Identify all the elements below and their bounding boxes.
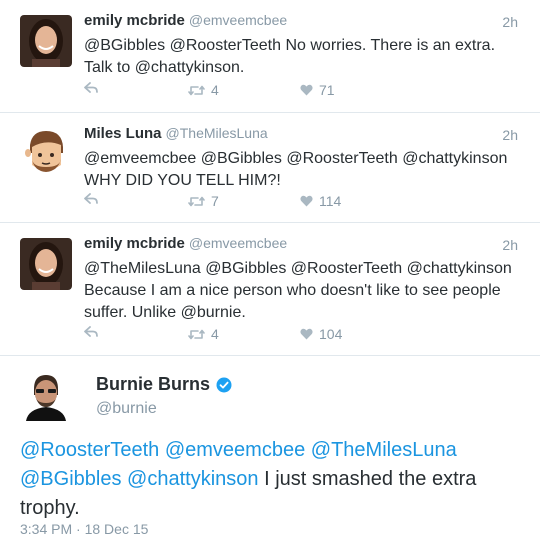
tweet-time[interactable]: 2h — [502, 14, 518, 30]
tweet-actions: 7 114 — [84, 193, 384, 213]
tweet-header: emily mcbride @emveemcbee — [84, 12, 287, 29]
tweet-time[interactable]: 2h — [502, 237, 518, 253]
tweet-reply[interactable]: Miles Luna @TheMilesLuna 2h @emveemcbee @… — [0, 113, 540, 223]
user-handle[interactable]: @TheMilesLuna — [166, 125, 268, 141]
retweet-icon — [188, 196, 205, 206]
tweet-text: @BGibbles @RoosterTeeth No worries. Ther… — [84, 37, 496, 76]
retweet-button[interactable]: 4 — [188, 326, 219, 342]
tweet-time[interactable]: 2h — [502, 127, 518, 143]
tweet-text: @RoosterTeeth @emveemcbee @TheMilesLuna … — [20, 436, 520, 523]
like-count: 71 — [319, 82, 335, 98]
retweet-icon — [188, 85, 205, 95]
display-name[interactable]: emily mcbride — [84, 235, 185, 252]
like-button[interactable]: 104 — [300, 326, 342, 342]
retweet-count: 4 — [211, 82, 219, 98]
retweet-count: 4 — [211, 326, 219, 342]
mention-link[interactable]: @RoosterTeeth — [20, 439, 159, 461]
avatar[interactable] — [20, 125, 72, 177]
tweet-actions: 4 104 — [84, 326, 384, 346]
retweet-count: 7 — [211, 193, 219, 209]
reply-icon — [84, 82, 98, 93]
like-button[interactable]: 114 — [300, 193, 341, 209]
reply-button[interactable] — [84, 193, 98, 205]
mention-link[interactable]: @TheMilesLuna — [311, 439, 457, 461]
tweet-header: Miles Luna @TheMilesLuna — [84, 125, 268, 142]
like-count: 114 — [319, 193, 342, 209]
retweet-icon — [188, 329, 205, 339]
reply-icon — [84, 193, 98, 204]
tweet-header: emily mcbride @emveemcbee — [84, 235, 287, 252]
avatar[interactable] — [20, 238, 72, 290]
mention-link[interactable]: @emveemcbee — [165, 439, 305, 461]
tweet-text: @emveemcbee @BGibbles @RoosterTeeth @cha… — [84, 150, 508, 189]
heart-icon — [300, 195, 313, 207]
heart-icon — [300, 84, 313, 96]
mention-link[interactable]: @BGibbles — [20, 468, 121, 490]
tweet-reply[interactable]: emily mcbride @emveemcbee 2h @TheMilesLun… — [0, 223, 540, 356]
user-handle[interactable]: @emveemcbee — [189, 235, 287, 251]
tweet-timestamp[interactable]: 3:34 PM · 18 Dec 15 — [20, 521, 148, 537]
tweet-text: @TheMilesLuna @BGibbles @RoosterTeeth @c… — [84, 260, 512, 321]
user-handle[interactable]: @burnie — [96, 400, 157, 418]
display-name[interactable]: Miles Luna — [84, 125, 162, 142]
tweet-reply[interactable]: emily mcbride @emveemcbee 2h @BGibbles @R… — [0, 0, 540, 113]
reply-button[interactable] — [84, 82, 98, 94]
display-name-text[interactable]: Burnie Burns — [96, 374, 210, 395]
heart-icon — [300, 328, 313, 340]
display-name[interactable]: Burnie Burns — [96, 374, 232, 395]
avatar[interactable] — [20, 369, 72, 421]
like-button[interactable]: 71 — [300, 82, 335, 98]
verified-badge-icon — [216, 377, 232, 392]
tweet-actions: 4 71 — [84, 82, 384, 102]
user-handle[interactable]: @emveemcbee — [189, 12, 287, 28]
retweet-button[interactable]: 4 — [188, 82, 219, 98]
retweet-button[interactable]: 7 — [188, 193, 219, 209]
reply-icon — [84, 326, 98, 337]
avatar[interactable] — [20, 15, 72, 67]
mention-link[interactable]: @chattykinson — [127, 468, 258, 490]
like-count: 104 — [319, 326, 343, 342]
display-name[interactable]: emily mcbride — [84, 12, 185, 29]
reply-button[interactable] — [84, 326, 98, 338]
